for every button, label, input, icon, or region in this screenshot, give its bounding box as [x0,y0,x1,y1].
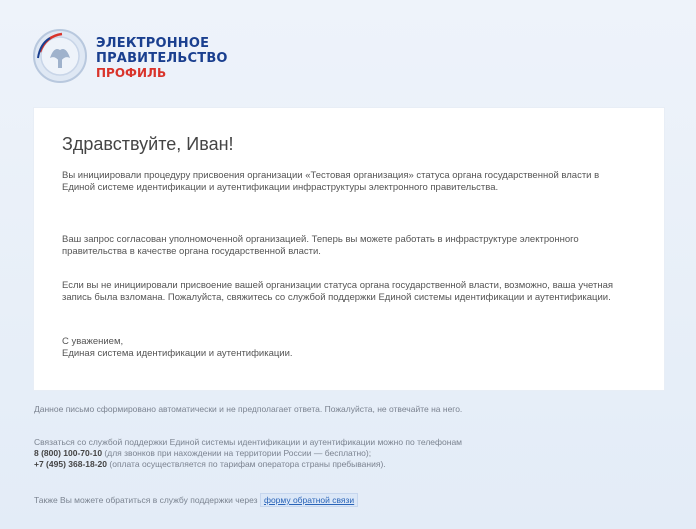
support-phone-2-note: (оплата осуществляется по тарифам операт… [109,459,386,469]
brand-line-2: ПРАВИТЕЛЬСТВО [96,51,228,66]
feedback-text: Также Вы можете обратиться в службу подд… [34,495,258,505]
footer-feedback: Также Вы можете обратиться в службу подд… [34,493,674,507]
support-phone-2: +7 (495) 368-18-20 [34,459,108,469]
signature-line-1: С уважением, [62,336,124,347]
message-card: Здравствуйте, Иван! Вы инициировали проц… [34,108,664,390]
footer-support: Связаться со службой поддержки Единой си… [34,437,674,470]
feedback-form-link[interactable]: форму обратной связи [264,495,354,505]
brand-title: ЭЛЕКТРОННОЕ ПРАВИТЕЛЬСТВО ПРОФИЛЬ [96,36,228,81]
signature-line-2: Единая система идентификации и аутентифи… [62,348,293,359]
support-phone-1-note: (для звонков при нахождении на территори… [104,448,372,458]
message-paragraph-2: Ваш запрос согласован уполномоченной орг… [62,234,579,257]
greeting-heading: Здравствуйте, Иван! [62,134,234,154]
brand-line-1: ЭЛЕКТРОННОЕ [96,36,210,51]
support-line-2: 8 (800) 100-70-10 (для звонков при нахож… [34,448,674,459]
email-page: ЭЛЕКТРОННОЕ ПРАВИТЕЛЬСТВО ПРОФИЛЬ Здравс… [0,0,696,529]
signature: С уважением, Единая система идентификаци… [62,336,632,360]
support-line-1: Связаться со службой поддержки Единой си… [34,437,463,447]
message-paragraph-3: Если вы не инициировали присвоение вашей… [62,280,614,303]
footer-note: Данное письмо сформировано автоматически… [34,404,463,414]
brand-line-3: ПРОФИЛЬ [96,66,167,80]
coat-of-arms-icon [33,29,87,83]
message-paragraph-1: Вы инициировали процедуру присвоения орг… [62,170,600,193]
support-phone-1: 8 (800) 100-70-10 [34,448,103,458]
support-line-3: +7 (495) 368-18-20 (оплата осуществляетс… [34,459,674,470]
feedback-link-box[interactable]: форму обратной связи [259,493,359,507]
email-header: ЭЛЕКТРОННОЕ ПРАВИТЕЛЬСТВО ПРОФИЛЬ [26,20,326,100]
